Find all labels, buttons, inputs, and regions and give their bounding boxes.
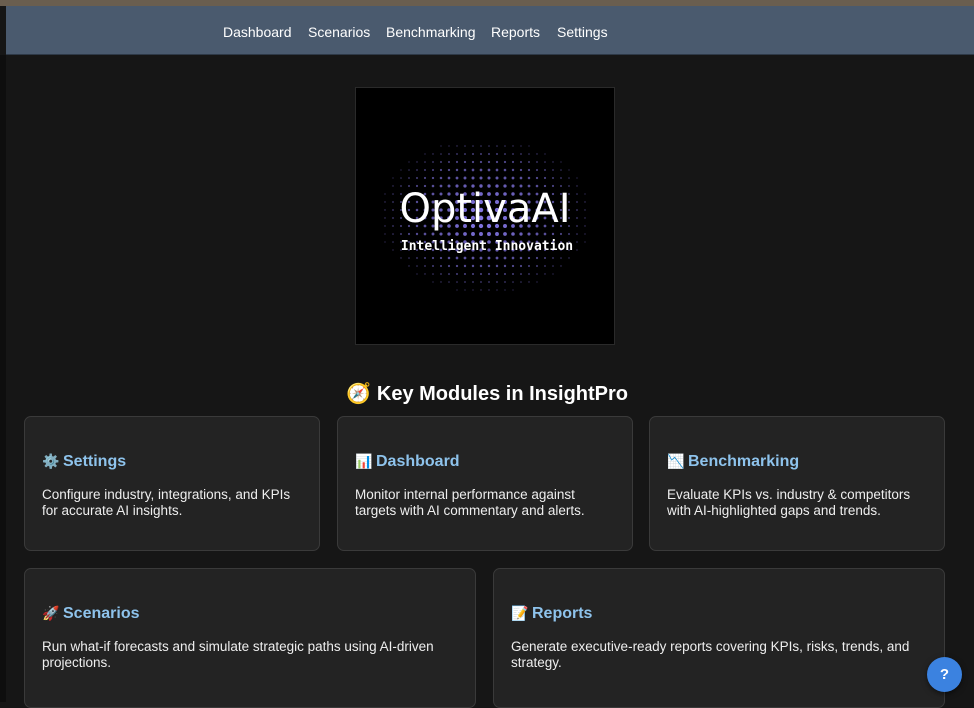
gear-icon: ⚙️ bbox=[42, 453, 60, 469]
module-description: Evaluate KPIs vs. industry & competitors… bbox=[667, 487, 911, 518]
logo-brand-text: OptivaAI bbox=[399, 186, 570, 232]
help-button[interactable]: ? bbox=[927, 657, 962, 692]
module-description: Configure industry, integrations, and KP… bbox=[42, 487, 291, 518]
module-title: 📉 Benchmarking bbox=[667, 453, 800, 470]
left-edge-shadow bbox=[0, 55, 6, 702]
module-card-settings[interactable]: ⚙️ Settings Configure industry, integrati… bbox=[24, 416, 320, 551]
logo-image: OptivaAI Intelligent Innovation bbox=[384, 145, 586, 291]
module-description: Run what-if forecasts and simulate strat… bbox=[42, 639, 434, 670]
rocket-icon: 🚀 bbox=[42, 605, 60, 621]
module-card-benchmarking[interactable]: 📉 Benchmarking Evaluate KPIs vs. industry… bbox=[649, 416, 945, 551]
module-title: 📝 Reports bbox=[511, 605, 593, 622]
nav-scenarios[interactable]: Scenarios bbox=[308, 23, 370, 41]
nav-reports[interactable]: Reports bbox=[491, 23, 540, 41]
module-description: Generate executive-ready reports coverin… bbox=[511, 639, 910, 670]
compass-icon: 🧭 bbox=[345, 383, 371, 405]
module-description: Monitor internal performance against targ… bbox=[355, 487, 585, 518]
module-card-scenarios[interactable]: 🚀 Scenarios Run what-if forecasts and sim… bbox=[24, 568, 476, 708]
module-card-dashboard[interactable]: 📊 Dashboard Monitor internal performance … bbox=[337, 416, 633, 551]
section-heading-text: Key Modules in InsightPro bbox=[376, 383, 629, 405]
module-card-reports[interactable]: 📝 Reports Generate executive-ready report… bbox=[493, 568, 945, 708]
memo-icon: 📝 bbox=[511, 605, 529, 621]
brand-logo: OptivaAI Intelligent Innovation bbox=[355, 87, 615, 345]
section-heading: 🧭 Key Modules in InsightPro bbox=[0, 382, 974, 406]
chart-down-icon: 📉 bbox=[667, 453, 685, 469]
nav-settings[interactable]: Settings bbox=[557, 23, 608, 41]
module-title: 📊 Dashboard bbox=[355, 453, 460, 470]
top-navbar: Dashboard Scenarios Benchmarking Reports… bbox=[6, 6, 974, 55]
logo-tagline-text: Intelligent Innovation bbox=[401, 239, 573, 254]
module-title: ⚙️ Settings bbox=[42, 453, 127, 470]
nav-benchmarking[interactable]: Benchmarking bbox=[386, 23, 476, 41]
nav-dashboard[interactable]: Dashboard bbox=[223, 23, 292, 41]
module-title: 🚀 Scenarios bbox=[42, 605, 140, 622]
bar-chart-icon: 📊 bbox=[355, 453, 373, 469]
